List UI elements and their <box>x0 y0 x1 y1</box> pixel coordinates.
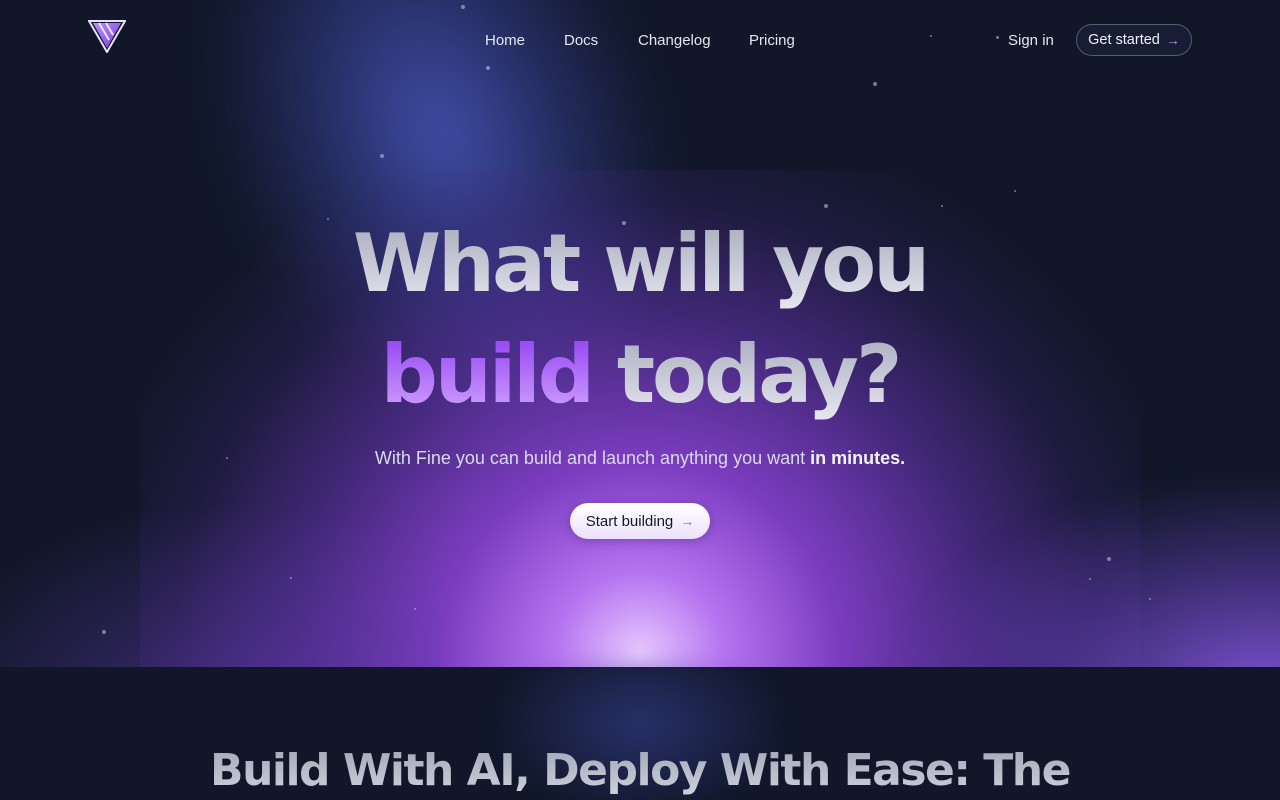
star <box>486 66 490 70</box>
start-building-button[interactable]: Start building → <box>570 503 710 539</box>
star <box>380 154 384 158</box>
star <box>941 205 943 207</box>
headline-text-2: today? <box>616 328 903 421</box>
sign-in-link[interactable]: Sign in <box>1008 31 1054 51</box>
star <box>102 630 106 634</box>
hero-section: Home Docs Changelog Pricing Sign in Get … <box>0 0 1280 667</box>
star <box>1107 557 1111 561</box>
purple-glow-left <box>0 500 440 667</box>
star <box>1014 190 1016 192</box>
nav-docs[interactable]: Docs <box>564 31 598 51</box>
get-started-button[interactable]: Get started → <box>1076 24 1192 56</box>
star <box>290 577 292 579</box>
purple-glow-right <box>900 480 1280 667</box>
hero-subtitle: With Fine you can build and launch anyth… <box>0 447 1280 469</box>
start-building-label: Start building <box>585 512 674 530</box>
star <box>414 608 416 610</box>
nav-pricing[interactable]: Pricing <box>749 31 795 51</box>
section-heading: Build With AI, Deploy With Ease: The <box>0 740 1280 800</box>
star <box>1089 578 1091 580</box>
headline-text-1: What will you <box>352 217 930 310</box>
arrow-right-icon: → <box>1165 32 1180 48</box>
star <box>461 5 465 9</box>
star <box>873 82 877 86</box>
headline-line-2: build today? <box>0 327 1280 423</box>
star <box>824 204 828 208</box>
get-started-label: Get started <box>1088 32 1160 48</box>
arrow-right-icon: → <box>680 513 695 529</box>
nav-home[interactable]: Home <box>485 31 525 51</box>
subtitle-bold: in minutes. <box>810 448 906 468</box>
headline-highlight: build <box>380 328 595 421</box>
nav-changelog[interactable]: Changelog <box>638 31 711 51</box>
headline-line-1: What will you <box>0 216 1280 312</box>
star <box>1149 598 1151 600</box>
subtitle-text: With Fine you can build and launch anyth… <box>374 448 806 468</box>
